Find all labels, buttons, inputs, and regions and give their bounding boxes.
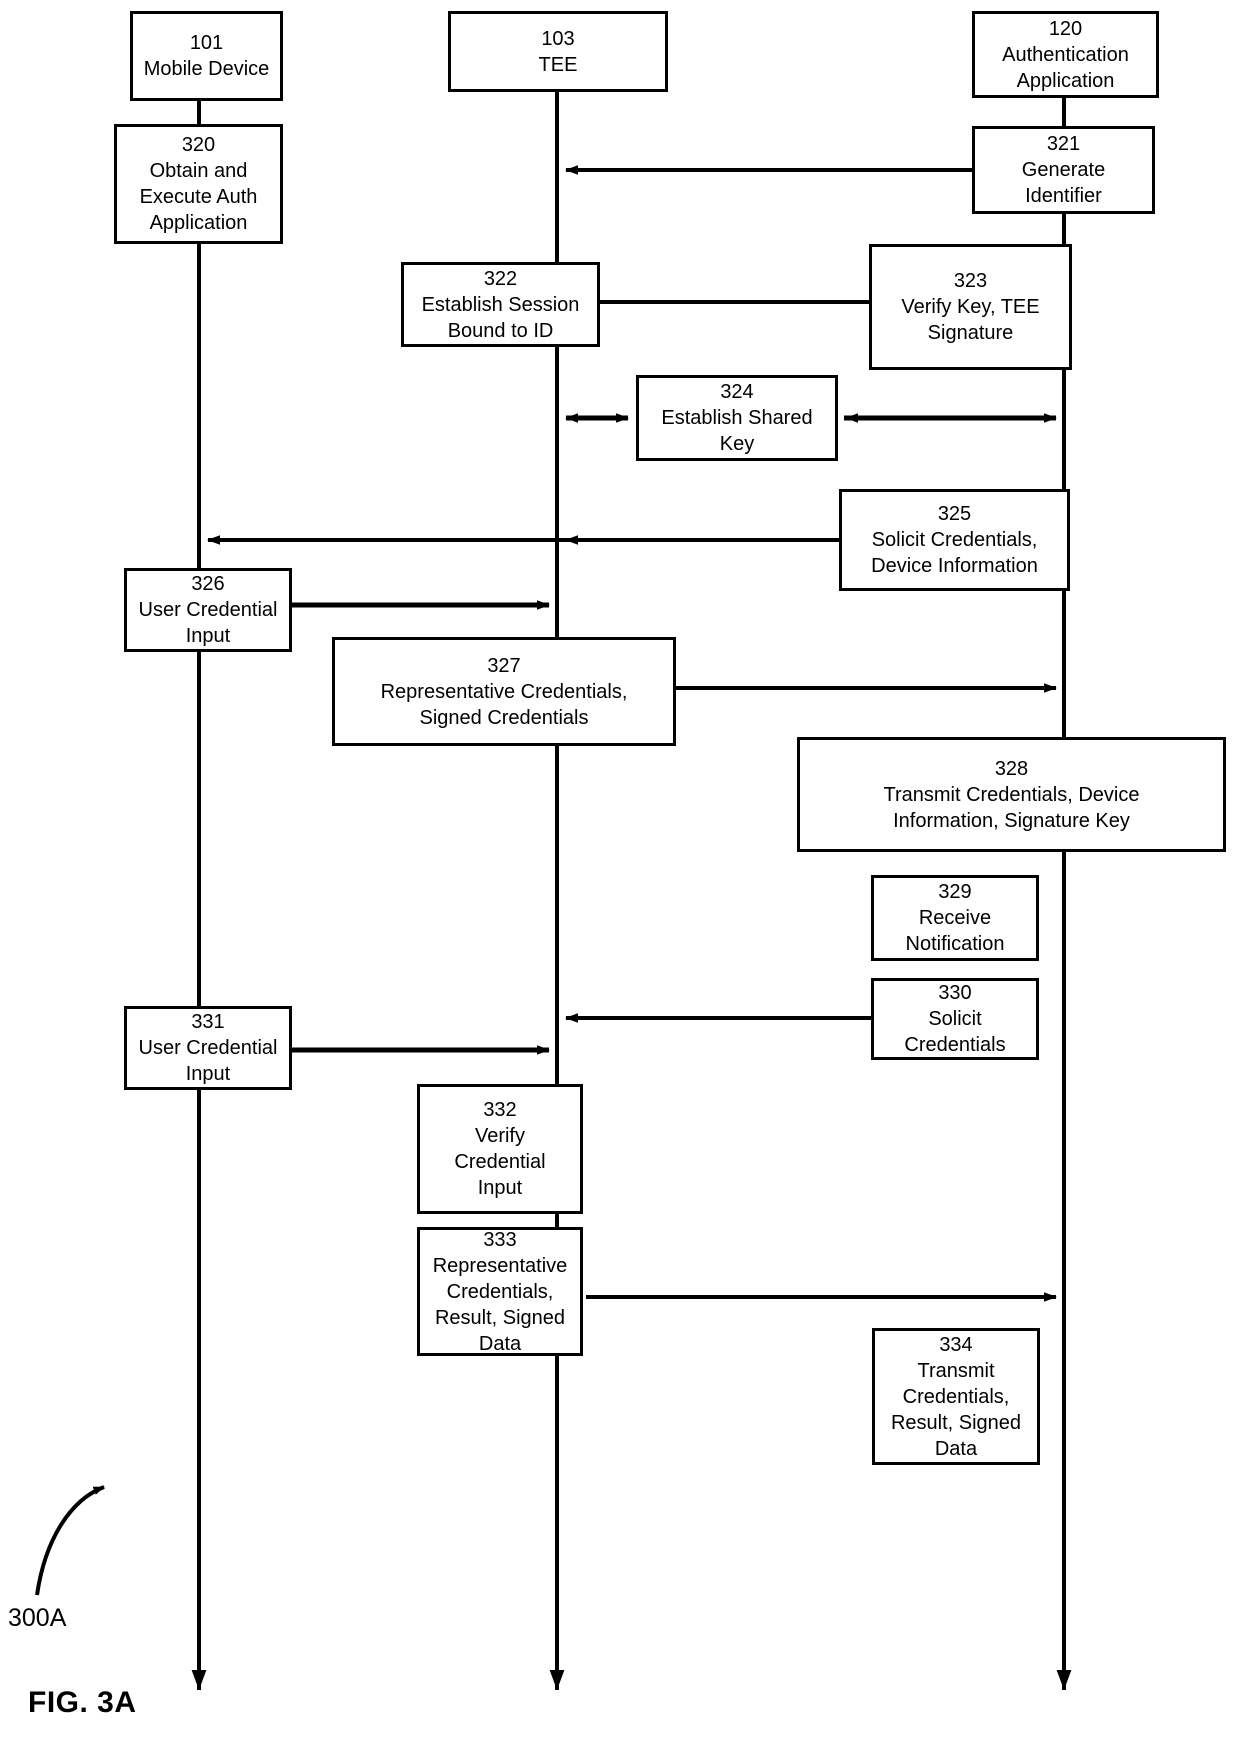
step-box-331: 331 User Credential Input [124, 1006, 292, 1090]
step-ref-328: 328 [994, 757, 1029, 780]
diagram-reference-label: 300A [8, 1604, 67, 1632]
step-ref-329: 329 [938, 881, 972, 903]
step-box-320: 320 Obtain and Execute Auth Application [114, 124, 283, 244]
figure-canvas: 101 Mobile Device 103 TEE 120 Authentica… [0, 0, 1240, 1746]
lane-ref-120: 120 [1048, 17, 1083, 40]
step-box-322: 322 Establish Session Bound to ID [401, 262, 600, 347]
step-label-331: User Credential Input [138, 1037, 278, 1085]
step-box-329: 329 Receive Notification [871, 875, 1039, 961]
step-label-322: Establish Session Bound to ID [421, 293, 580, 342]
step-ref-331: 331 [191, 1011, 225, 1033]
step-ref-333: 333 [483, 1228, 517, 1251]
step-label-334: Transmit Credentials, Result, Signed Dat… [890, 1359, 1022, 1460]
step-box-323: 323 Verify Key, TEE Signature [869, 244, 1072, 370]
step-box-326: 326 User Credential Input [124, 568, 292, 652]
lane-header-tee: 103 TEE [448, 11, 668, 92]
step-ref-322: 322 [483, 267, 518, 290]
step-label-329: Receive Notification [905, 907, 1005, 955]
step-label-326: User Credential Input [138, 599, 278, 647]
step-ref-326: 326 [191, 573, 225, 595]
figure-reference-arrow [35, 1485, 105, 1596]
step-box-332: 332 Verify Credential Input [417, 1084, 583, 1214]
step-ref-327: 327 [487, 654, 521, 677]
step-box-328: 328 Transmit Credentials, Device Informa… [797, 737, 1226, 852]
lane-label-authentication-application: Authentication Application [1002, 43, 1129, 92]
step-ref-321: 321 [1046, 133, 1081, 155]
figure-caption: FIG. 3A [28, 1686, 137, 1719]
step-box-330: 330 Solicit Credentials [871, 978, 1039, 1060]
lane-ref-101: 101 [189, 32, 224, 54]
step-label-327: Representative Credentials, Signed Crede… [380, 680, 628, 729]
step-label-330: Solicit Credentials [904, 1008, 1006, 1056]
step-label-320: Obtain and Execute Auth Application [139, 160, 258, 234]
step-ref-334: 334 [939, 1333, 973, 1356]
step-label-325: Solicit Credentials, Device Information [871, 529, 1038, 577]
step-ref-324: 324 [720, 381, 754, 403]
step-box-325: 325 Solicit Credentials, Device Informat… [839, 489, 1070, 591]
step-box-321: 321 Generate Identifier [972, 126, 1155, 214]
step-ref-323: 323 [953, 270, 988, 292]
step-label-323: Verify Key, TEE Signature [901, 296, 1040, 344]
step-ref-332: 332 [483, 1099, 517, 1121]
step-label-328: Transmit Credentials, Device Information… [883, 783, 1140, 832]
lane-header-mobile-device: 101 Mobile Device [130, 11, 283, 101]
lane-label-tee: TEE [538, 53, 578, 76]
step-label-324: Establish Shared Key [661, 407, 813, 455]
step-box-333: 333 Representative Credentials, Result, … [417, 1227, 583, 1356]
lane-label-mobile-device: Mobile Device [143, 58, 270, 80]
step-ref-320: 320 [181, 134, 216, 156]
step-ref-325: 325 [937, 503, 972, 525]
step-label-333: Representative Credentials, Result, Sign… [432, 1254, 568, 1355]
lane-ref-103: 103 [541, 27, 575, 50]
step-box-327: 327 Representative Credentials, Signed C… [332, 637, 676, 746]
step-ref-330: 330 [938, 982, 972, 1004]
step-label-321: Generate Identifier [1021, 159, 1106, 207]
step-box-324: 324 Establish Shared Key [636, 375, 838, 461]
step-box-334: 334 Transmit Credentials, Result, Signed… [872, 1328, 1040, 1465]
lane-header-authentication-application: 120 Authentication Application [972, 11, 1159, 98]
step-label-332: Verify Credential Input [454, 1125, 546, 1199]
